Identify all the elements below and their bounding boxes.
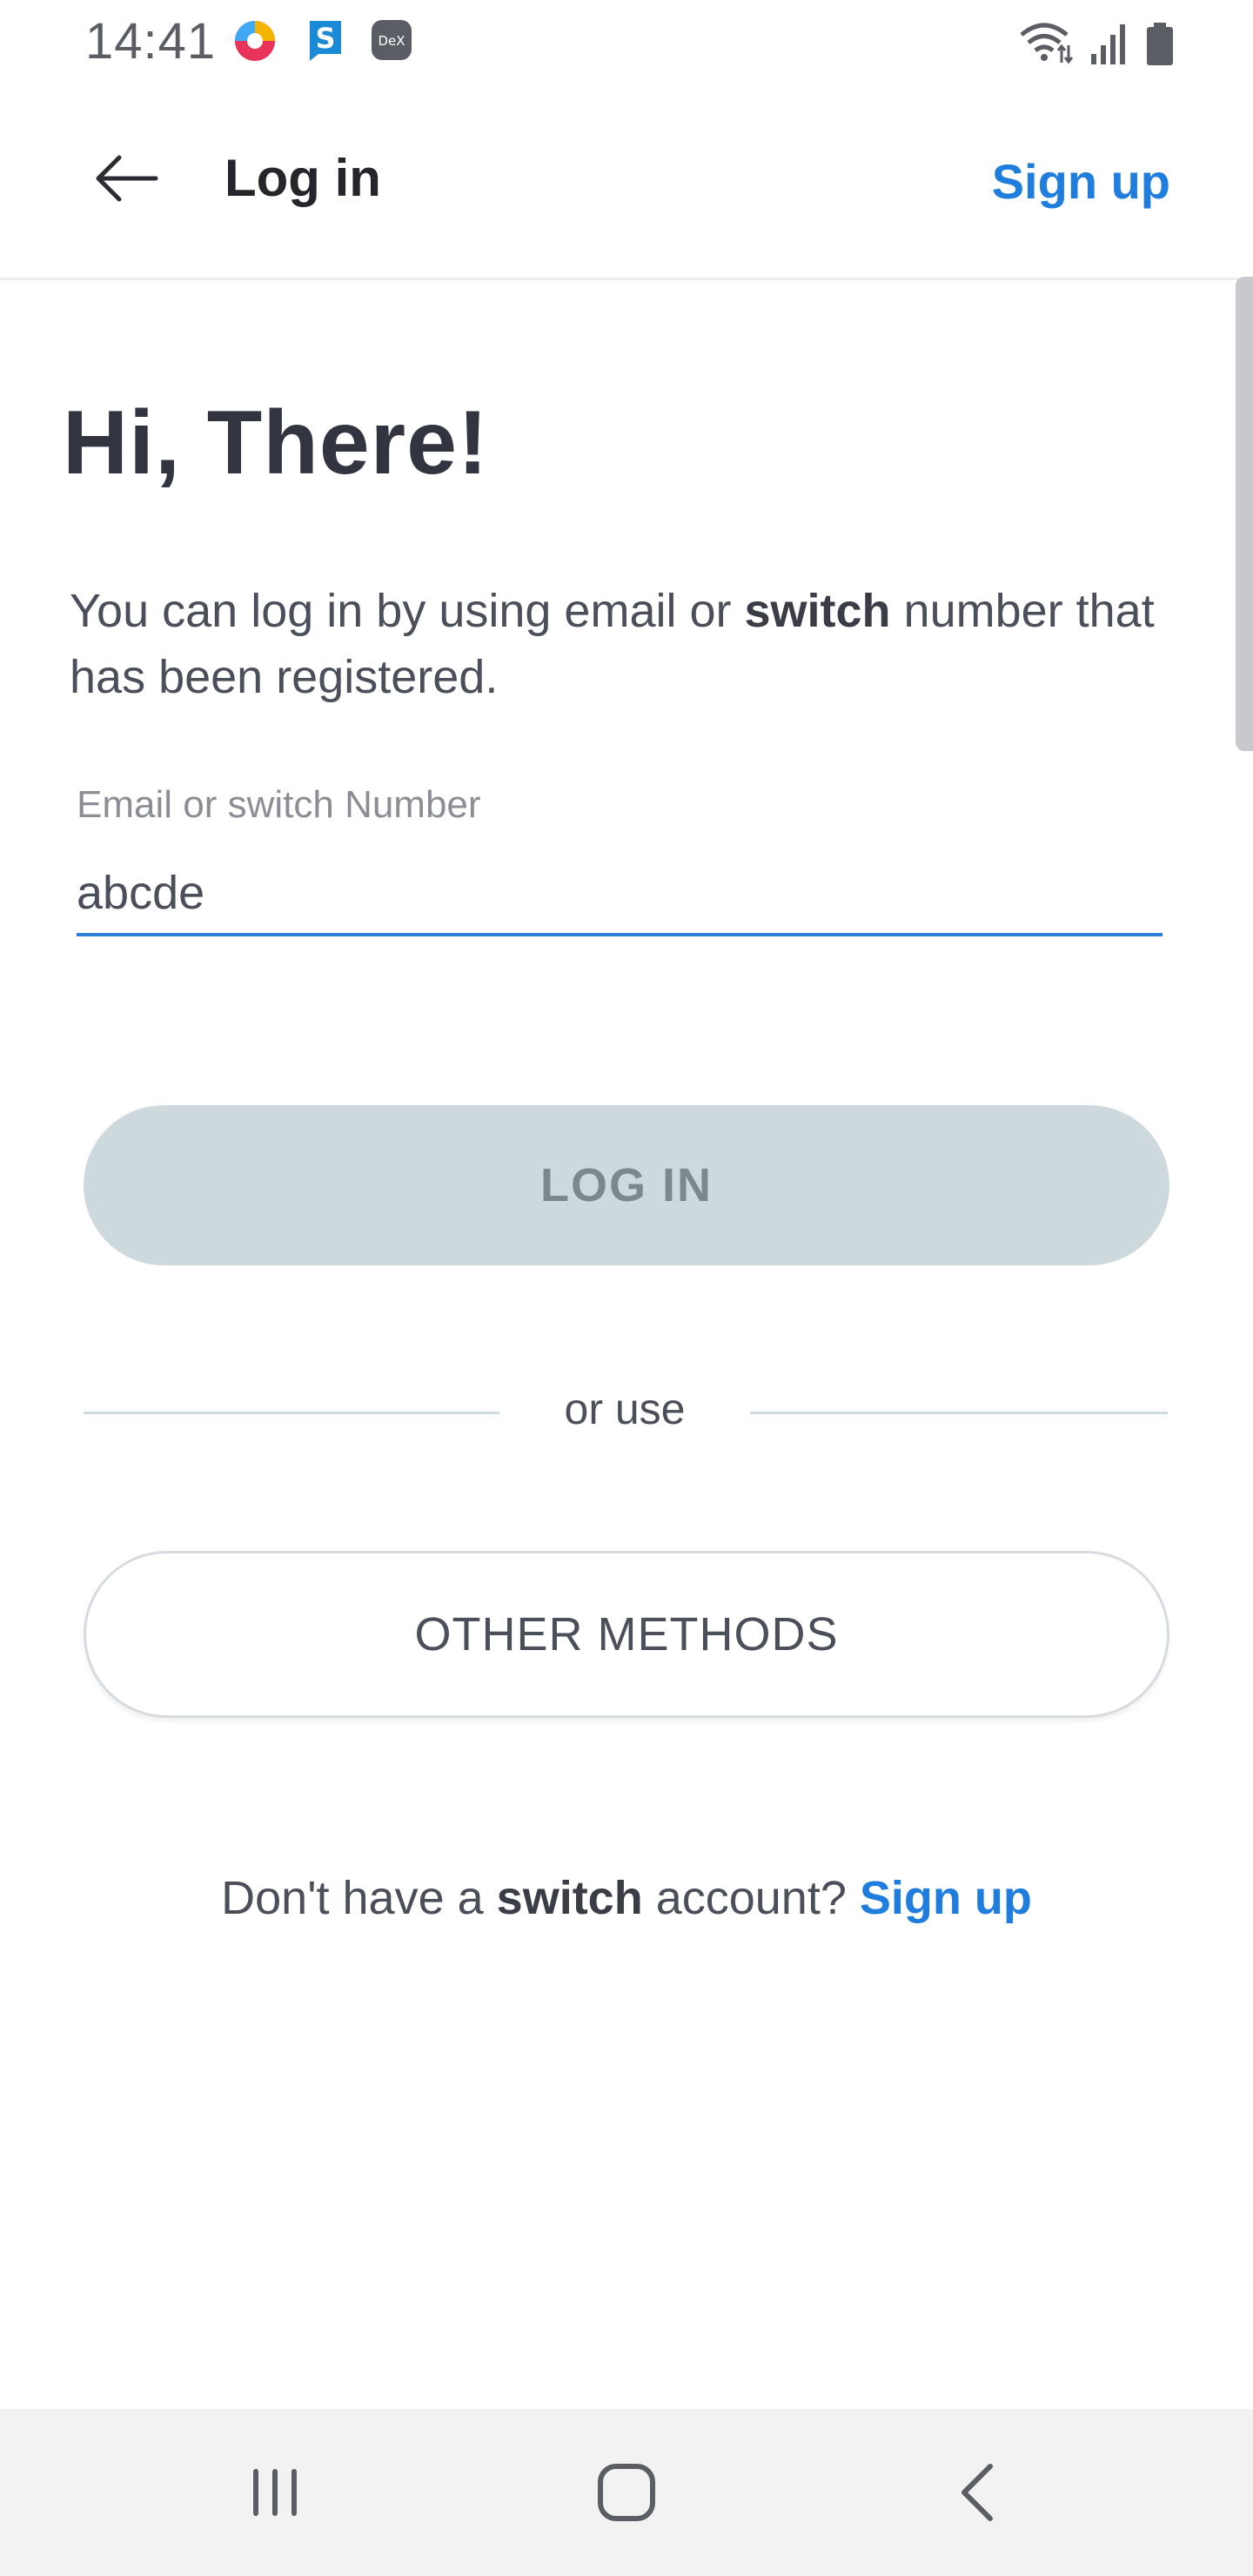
status-indicators: [1018, 19, 1175, 68]
status-time: 14:41: [85, 13, 217, 70]
dex-label: DeX: [378, 33, 405, 49]
chrome-like-app-icon: [233, 19, 277, 63]
back-button[interactable]: [87, 139, 165, 218]
signup-prompt-start: Don't have a: [221, 1872, 497, 1924]
intro-brand: switch: [744, 585, 891, 637]
recent-apps-button[interactable]: [223, 2449, 327, 2536]
arrow-left-icon: [96, 155, 158, 202]
app-bar: Log in Sign up: [0, 87, 1253, 280]
home-icon: [598, 2464, 655, 2521]
other-methods-button[interactable]: OTHER METHODS: [84, 1551, 1169, 1718]
email-field[interactable]: [77, 853, 1163, 936]
intro-text-start: You can log in by using email or: [70, 585, 745, 637]
signup-prompt: Don't have a switch account? Sign up: [0, 1871, 1253, 1925]
divider-text: or use: [564, 1385, 686, 1433]
page-title: Log in: [224, 149, 381, 207]
back-icon: [962, 2464, 993, 2521]
battery-icon: [1147, 23, 1173, 65]
system-back-button[interactable]: [924, 2449, 1029, 2536]
greeting-heading: Hi, There!: [63, 392, 489, 493]
divider-right: [750, 1412, 1168, 1414]
home-button[interactable]: [574, 2449, 679, 2536]
footer-signup-link[interactable]: Sign up: [860, 1872, 1032, 1924]
status-bar: 14:41 S DeX: [0, 0, 1253, 87]
login-button[interactable]: LOG IN: [84, 1105, 1169, 1265]
signal-icon: [1091, 24, 1125, 64]
signup-prompt-brand: switch: [496, 1872, 643, 1924]
signup-link[interactable]: Sign up: [992, 153, 1170, 210]
wifi-icon: [1020, 23, 1074, 64]
intro-text: You can log in by using email or switch …: [70, 578, 1157, 710]
s-app-letter: S: [315, 22, 335, 55]
s-app-icon: S: [306, 19, 350, 63]
recent-apps-icon: [253, 2469, 297, 2516]
signup-prompt-end: account?: [642, 1872, 860, 1924]
system-nav-bar: [0, 2409, 1253, 2576]
scrollbar[interactable]: [1236, 277, 1253, 751]
email-field-label: Email or switch Number: [77, 783, 481, 826]
dex-icon: DeX: [371, 19, 414, 63]
divider-left: [84, 1412, 499, 1414]
